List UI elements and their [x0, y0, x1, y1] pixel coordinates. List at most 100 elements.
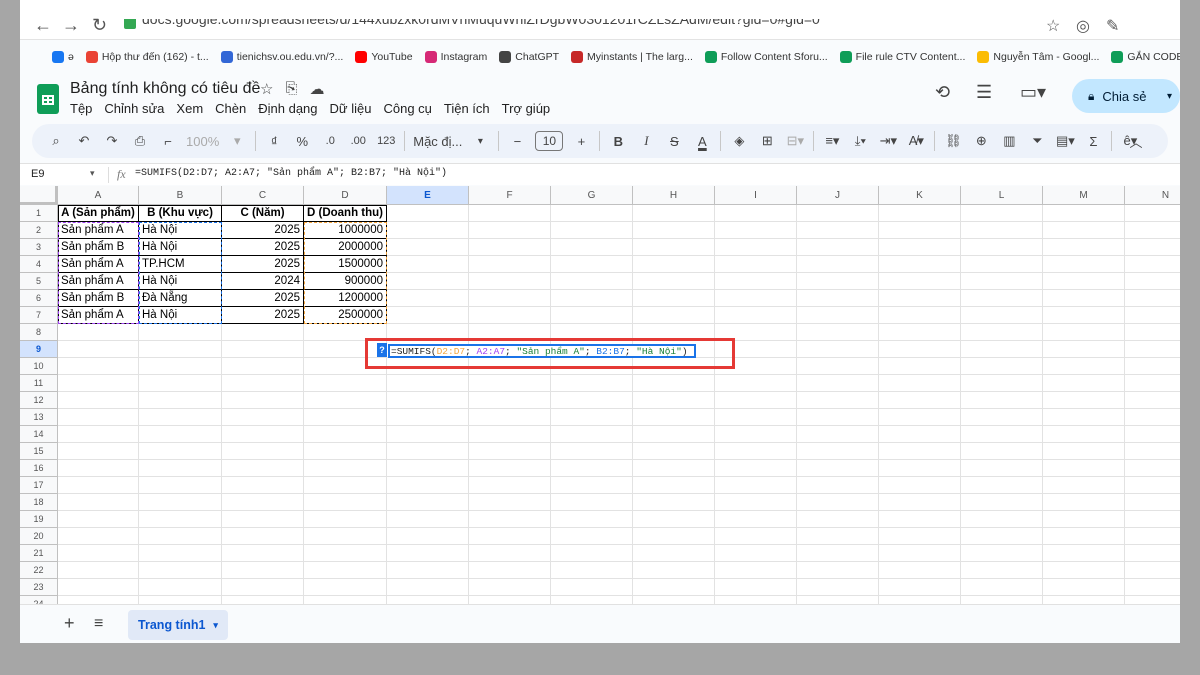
- insert-link-icon[interactable]: ⛓: [943, 129, 963, 153]
- row-header[interactable]: 8: [20, 324, 58, 341]
- filter-views-icon[interactable]: ▤▾: [1055, 129, 1075, 153]
- column-header[interactable]: C: [222, 186, 304, 205]
- insert-chart-icon[interactable]: ▥: [999, 129, 1019, 153]
- name-box[interactable]: E9: [31, 168, 44, 180]
- collapse-toolbar-icon[interactable]: ︿: [1126, 129, 1146, 153]
- column-header[interactable]: K: [879, 186, 961, 205]
- formula-input[interactable]: =SUMIFS(D2:D7; A2:A7; "Sản phẩm A"; B2:B…: [135, 168, 447, 179]
- menu-item[interactable]: Chỉnh sửa: [104, 101, 164, 116]
- row-header[interactable]: 10: [20, 358, 58, 375]
- row-header[interactable]: 17: [20, 477, 58, 494]
- bookmark-item[interactable]: ChatGPT: [499, 51, 559, 63]
- fill-color-icon[interactable]: ◈: [729, 129, 749, 153]
- row-header[interactable]: 15: [20, 443, 58, 460]
- horizontal-align-icon[interactable]: ≡▾: [822, 129, 842, 153]
- functions-icon[interactable]: Σ: [1083, 129, 1103, 153]
- menu-item[interactable]: Tiện ích: [444, 101, 490, 116]
- row-header[interactable]: 21: [20, 545, 58, 562]
- column-header[interactable]: M: [1043, 186, 1125, 205]
- merge-cells-icon[interactable]: ⊟▾: [785, 129, 805, 153]
- text-rotation-icon[interactable]: A̸▾: [906, 129, 926, 153]
- forward-icon[interactable]: →: [62, 16, 80, 40]
- decrease-decimal-button[interactable]: .0: [320, 129, 340, 153]
- name-box-caret-icon[interactable]: ▾: [90, 168, 95, 179]
- site-info-icon[interactable]: [124, 19, 136, 29]
- row-header[interactable]: 1: [20, 205, 58, 222]
- column-header[interactable]: H: [633, 186, 715, 205]
- sheets-logo-icon[interactable]: [37, 84, 59, 114]
- bold-icon[interactable]: B: [608, 129, 628, 153]
- menu-item[interactable]: Định dạng: [258, 101, 317, 116]
- share-caret-icon[interactable]: ▾: [1167, 91, 1172, 102]
- column-header[interactable]: D: [304, 186, 387, 205]
- search-menus-icon[interactable]: ⌕: [46, 129, 66, 153]
- share-button[interactable]: 🔒︎ Chia sẻ ▾: [1072, 79, 1180, 113]
- menu-item[interactable]: Công cụ: [383, 101, 431, 116]
- font-caret-icon[interactable]: ▾: [470, 129, 490, 153]
- row-header[interactable]: 19: [20, 511, 58, 528]
- select-all-corner[interactable]: [20, 186, 58, 205]
- percent-button[interactable]: %: [292, 129, 312, 153]
- row-header[interactable]: 14: [20, 426, 58, 443]
- bookmark-item[interactable]: Nguyễn Tâm - Googl...: [977, 51, 1099, 63]
- extension-icon[interactable]: ◎: [1076, 16, 1090, 36]
- number-format-button[interactable]: 123: [376, 129, 396, 153]
- insert-comment-icon[interactable]: ⊕: [971, 129, 991, 153]
- bookmark-star-icon[interactable]: ☆: [1046, 16, 1060, 36]
- row-header[interactable]: 5: [20, 273, 58, 290]
- text-color-icon[interactable]: A: [692, 129, 712, 153]
- font-size-input[interactable]: 10: [535, 131, 564, 151]
- menu-item[interactable]: Xem: [176, 101, 203, 116]
- row-header[interactable]: 9: [20, 341, 58, 358]
- text-wrap-icon[interactable]: ⇥▾: [878, 129, 898, 153]
- address-field[interactable]: docs.google.com/spreadsheets/d/144xubzxk…: [124, 19, 1024, 37]
- column-header[interactable]: E: [387, 186, 469, 205]
- bookmark-item[interactable]: Follow Content Sforu...: [704, 51, 828, 63]
- borders-icon[interactable]: ⊞: [757, 129, 777, 153]
- column-header[interactable]: I: [715, 186, 797, 205]
- column-header[interactable]: J: [797, 186, 879, 205]
- row-header[interactable]: 16: [20, 460, 58, 477]
- column-header[interactable]: G: [551, 186, 633, 205]
- row-header[interactable]: 3: [20, 239, 58, 256]
- sheet-tab-caret-icon[interactable]: ▾: [213, 620, 218, 631]
- row-header[interactable]: 22: [20, 562, 58, 579]
- currency-button[interactable]: ₫: [264, 129, 284, 153]
- vertical-align-icon[interactable]: ⤓▾: [850, 129, 870, 153]
- bookmark-item[interactable]: Hộp thư đến (162) - t...: [85, 51, 209, 63]
- row-header[interactable]: 2: [20, 222, 58, 239]
- menu-item[interactable]: Dữ liệu: [330, 101, 372, 116]
- row-header[interactable]: 18: [20, 494, 58, 511]
- row-header[interactable]: 6: [20, 290, 58, 307]
- column-header[interactable]: L: [961, 186, 1043, 205]
- spreadsheet-grid[interactable]: A B C D E F G H I J K L M N 1 2 3 4 5 6 7 8 9 10 11 12 13 14 15 16 17 1…: [20, 186, 1180, 604]
- star-icon[interactable]: ☆: [260, 80, 273, 98]
- print-icon[interactable]: ⎙: [130, 129, 150, 153]
- font-select[interactable]: Mặc đị...: [413, 129, 462, 153]
- zoom-select[interactable]: 100%: [186, 129, 219, 153]
- font-size-decrease-icon[interactable]: −: [507, 129, 527, 153]
- strikethrough-icon[interactable]: S: [664, 129, 684, 153]
- version-history-icon[interactable]: ⟲: [935, 82, 950, 103]
- bookmark-item[interactable]: Instagram: [424, 51, 487, 63]
- zoom-caret-icon[interactable]: ▾: [227, 129, 247, 153]
- undo-icon[interactable]: ↶: [74, 129, 94, 153]
- column-header[interactable]: A: [58, 186, 139, 205]
- cloud-status-icon[interactable]: ☁: [309, 80, 324, 98]
- bookmark-item[interactable]: YouTube: [355, 51, 413, 63]
- all-sheets-icon[interactable]: ≡: [94, 615, 103, 633]
- menu-item[interactable]: Tệp: [70, 101, 92, 116]
- apps-icon[interactable]: [30, 51, 32, 63]
- column-header[interactable]: F: [469, 186, 551, 205]
- doc-title[interactable]: Bảng tính không có tiêu đề: [70, 80, 260, 98]
- bookmark-item[interactable]: tienichsv.ou.edu.vn/?...: [220, 51, 343, 63]
- filter-icon[interactable]: ⏷: [1027, 129, 1047, 153]
- back-icon[interactable]: ←: [34, 16, 52, 40]
- bookmark-item[interactable]: Myinstants | The larg...: [571, 51, 693, 63]
- comments-icon[interactable]: ☰: [976, 82, 992, 103]
- font-size-increase-icon[interactable]: +: [571, 129, 591, 153]
- bookmark-item[interactable]: File rule CTV Content...: [839, 51, 965, 63]
- column-header[interactable]: B: [139, 186, 222, 205]
- redo-icon[interactable]: ↷: [102, 129, 122, 153]
- paint-format-icon[interactable]: ⌐: [158, 129, 178, 153]
